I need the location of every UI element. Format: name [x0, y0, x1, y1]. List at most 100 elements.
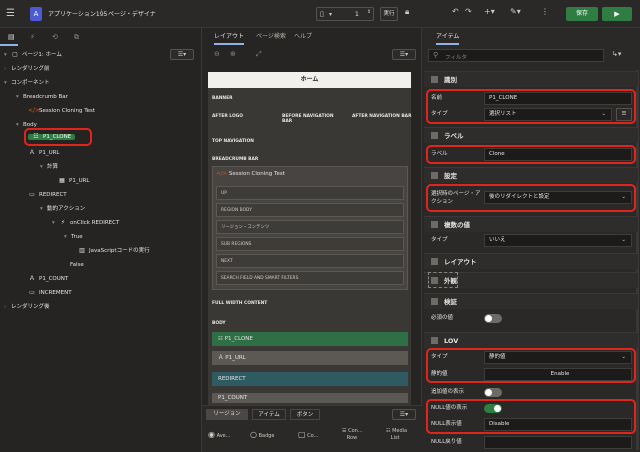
- layout-item-p1-count[interactable]: P1_COUNT: [212, 393, 408, 403]
- button-icon: ▭: [29, 289, 35, 296]
- page-header-bar: ホーム: [208, 72, 411, 88]
- gallery-item-avatar[interactable]: ◉ Ave...: [208, 430, 231, 439]
- gallery-tab-buttons[interactable]: ボタン: [290, 409, 320, 420]
- gallery-tab-regions[interactable]: リージョン: [206, 409, 248, 420]
- toggle-knob: [485, 389, 492, 396]
- tab-layout[interactable]: レイアウト: [214, 31, 245, 45]
- menu-icon[interactable]: ☰: [6, 8, 18, 20]
- extra-value-toggle[interactable]: [484, 388, 502, 397]
- section-toggle-icon: [431, 172, 438, 179]
- gallery-item-cards[interactable]: ▢ Co...: [298, 430, 318, 439]
- tab-page-search[interactable]: ページ検索: [256, 31, 286, 40]
- highlight-null-display: [426, 399, 636, 434]
- page-selector[interactable]: ▯ ▾ 1 ⇕: [316, 7, 374, 21]
- appearance-focus-ring: [428, 272, 458, 288]
- zoom-out-icon[interactable]: ⊖: [214, 50, 220, 58]
- subregion-search-field[interactable]: SEARCH FIELD AND SMART FILTERS: [216, 271, 404, 285]
- run-button[interactable]: ▶: [602, 7, 632, 21]
- tree-item-onclick-redirect[interactable]: ▾ ⚡ onClick REDIRECT: [52, 217, 119, 229]
- tree-item-post-rendering[interactable]: › レンダリング後: [4, 301, 50, 313]
- property-options-icon[interactable]: ↳▾: [612, 50, 621, 58]
- section-validation[interactable]: 検証: [424, 293, 638, 309]
- null-return-value-input[interactable]: [484, 436, 632, 449]
- add-icon[interactable]: +▾: [484, 7, 495, 16]
- label-after-nav: AFTER NAVIGATION BAR: [352, 114, 412, 119]
- code-region-icon: </>: [216, 171, 228, 177]
- undo-icon[interactable]: ↶: [452, 7, 459, 16]
- tree-item-p1-url[interactable]: Ａ P1_URL: [28, 147, 60, 159]
- gallery-tab-items[interactable]: アイテム: [252, 409, 286, 420]
- tree-item-false[interactable]: False: [70, 259, 84, 271]
- section-toggle-icon: [431, 132, 438, 139]
- utilities-icon[interactable]: ✎▾: [510, 7, 521, 16]
- gallery-menu-button[interactable]: ☰▾: [392, 409, 416, 420]
- layout-item-p1-url[interactable]: Ａ P1_URL: [212, 351, 408, 365]
- section-layout[interactable]: レイアウト: [424, 253, 638, 269]
- required-toggle[interactable]: [484, 314, 502, 323]
- gallery-item-content-row[interactable]: ☰ Con... Row: [342, 428, 363, 442]
- tree-item-pre-rendering[interactable]: › レンダリング前: [4, 63, 50, 75]
- multiple-type-select[interactable]: いいえ ⌄: [484, 234, 632, 247]
- prop-required: 必須の値: [428, 311, 634, 326]
- section-lov[interactable]: LOV: [424, 332, 638, 348]
- tree-item-redirect[interactable]: ▭ REDIRECT: [28, 189, 67, 201]
- filter-placeholder: フィルタ: [445, 55, 467, 61]
- lock-icon[interactable]: 🔒︎: [405, 7, 409, 17]
- zoom-in-icon[interactable]: ⊕: [230, 50, 236, 58]
- shared-components-tab-icon[interactable]: ⧉: [74, 33, 79, 42]
- highlight-lov: [426, 348, 636, 383]
- tree-item-breadcrumb-bar[interactable]: ▾ Breadcrumb Bar: [16, 91, 68, 103]
- tree-root[interactable]: ▾ ▢ ページ1: ホーム: [4, 49, 62, 61]
- gallery-item-badge[interactable]: ○ Badge: [250, 430, 275, 439]
- computation-icon: ▦: [59, 177, 65, 184]
- tab-item[interactable]: アイテム: [436, 31, 460, 45]
- active-tab-indicator: [0, 44, 18, 46]
- subregion-sub-regions[interactable]: SUB REGIONS: [216, 237, 404, 251]
- cards-icon: ▢: [298, 430, 306, 439]
- section-identification[interactable]: 識別: [424, 71, 638, 87]
- highlight-label: [426, 145, 636, 164]
- subregion-region-content[interactable]: リージョン・コンテンツ: [216, 220, 404, 234]
- subregion-region-body[interactable]: REGION BODY: [216, 203, 404, 217]
- tree-item-session-cloning-test[interactable]: </>Session Cloning Test: [28, 105, 95, 117]
- section-label[interactable]: ラベル: [424, 127, 638, 143]
- label-after-logo: AFTER LOGO: [212, 114, 244, 119]
- section-settings[interactable]: 設定: [424, 167, 638, 183]
- highlight-settings: [426, 184, 636, 212]
- tree-item-true[interactable]: ▾ True: [64, 231, 83, 243]
- tab-help[interactable]: ヘルプ: [294, 31, 312, 40]
- more-icon[interactable]: ⋮: [541, 7, 549, 16]
- media-list-icon: ☷: [386, 428, 391, 434]
- tree-item-computation[interactable]: ▾ 計算: [40, 161, 58, 173]
- tree-item-dynamic-actions[interactable]: ▾ 動的アクション: [40, 203, 85, 215]
- play-icon: ▶: [614, 10, 620, 18]
- run-page-button[interactable]: 実行: [380, 7, 398, 21]
- tree-item-computation-p1-url[interactable]: ▦ P1_URL: [58, 175, 89, 187]
- processing-tab-icon[interactable]: ⟲: [52, 33, 58, 41]
- top-bar: ☰ A アプリケーション195 \ ページ・デザイナ ▯ ▾ 1 ⇕ 実行 🔒︎…: [0, 0, 640, 28]
- app-name[interactable]: アプリケーション195: [48, 9, 107, 18]
- chevron-down-icon: ⌄: [621, 237, 626, 243]
- layout-item-p1-clone[interactable]: ☷ P1_CLONE: [212, 332, 408, 346]
- tree-item-p1-count[interactable]: Ａ P1_COUNT: [28, 273, 68, 285]
- save-button[interactable]: 保存: [566, 7, 598, 21]
- expand-icon[interactable]: ⤢: [256, 50, 262, 59]
- rendering-tab-icon[interactable]: ▤: [8, 33, 15, 41]
- dynamic-actions-tab-icon[interactable]: ⚡: [30, 33, 35, 41]
- layout-button-redirect[interactable]: REDIRECT: [212, 372, 408, 386]
- tree-item-components[interactable]: ▾ コンポーネント: [4, 77, 50, 89]
- stepper-icon[interactable]: ⇕: [367, 9, 371, 15]
- subregion-next[interactable]: NEXT: [216, 254, 404, 268]
- subregion-up[interactable]: UP: [216, 186, 404, 200]
- section-multiple-values[interactable]: 複数の値: [424, 216, 638, 232]
- chevron-down-icon: ▾: [329, 11, 333, 18]
- tree-item-execute-javascript[interactable]: ▥ JavaScriptコードの実行: [78, 245, 149, 257]
- tree-item-increment[interactable]: ▭ INCREMENT: [28, 287, 71, 299]
- property-filter-box[interactable]: ⚲ フィルタ: [428, 49, 604, 62]
- gallery-item-media-list[interactable]: ☷ Media List: [386, 428, 407, 442]
- region-title-row: </> Session Cloning Test: [216, 171, 285, 177]
- layout-menu-button[interactable]: ☰▾: [392, 49, 416, 60]
- redo-icon[interactable]: ↷: [465, 7, 472, 16]
- badge-icon: ○: [250, 430, 257, 439]
- tree-menu-button[interactable]: ☰▾: [170, 49, 194, 60]
